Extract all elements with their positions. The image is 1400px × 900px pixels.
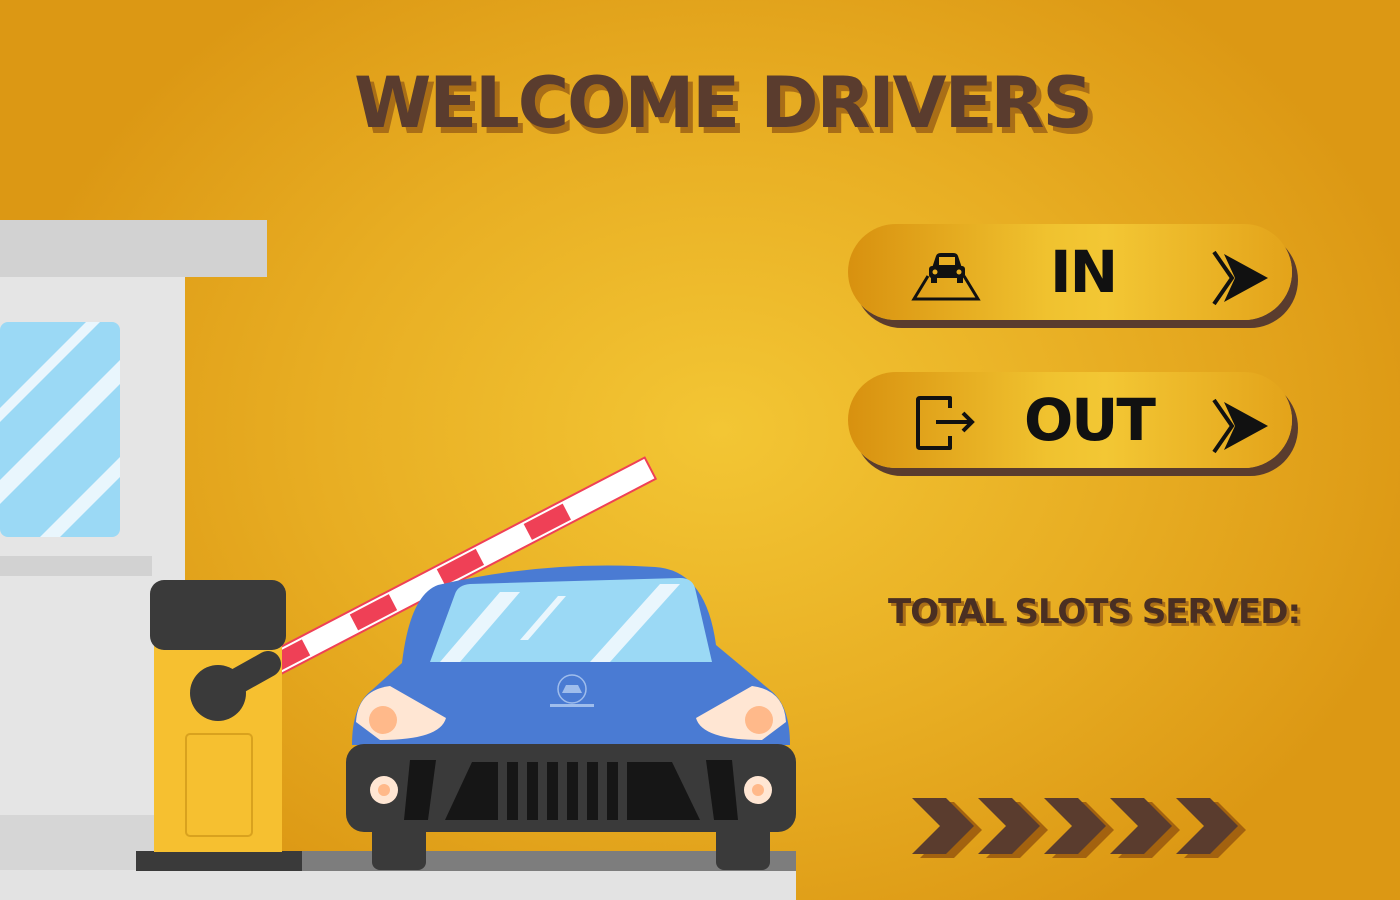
in-button[interactable]: IN [848, 224, 1292, 320]
parking-gate-illustration [0, 220, 796, 900]
blue-car [346, 565, 796, 870]
play-arrow-icon [1212, 250, 1268, 306]
exit-door-icon [916, 396, 975, 450]
car-on-road-icon [911, 253, 981, 301]
in-button-label: IN [1050, 238, 1118, 306]
play-arrow-icon [1212, 398, 1268, 454]
booth-window [0, 322, 120, 537]
total-slots-served-label: TOTAL SLOTS SERVED: [888, 592, 1301, 632]
chevron-right-icon [912, 798, 1246, 858]
out-button-label: OUT [1024, 386, 1156, 454]
out-button[interactable]: OUT [848, 372, 1292, 468]
barrier-post [150, 580, 286, 852]
